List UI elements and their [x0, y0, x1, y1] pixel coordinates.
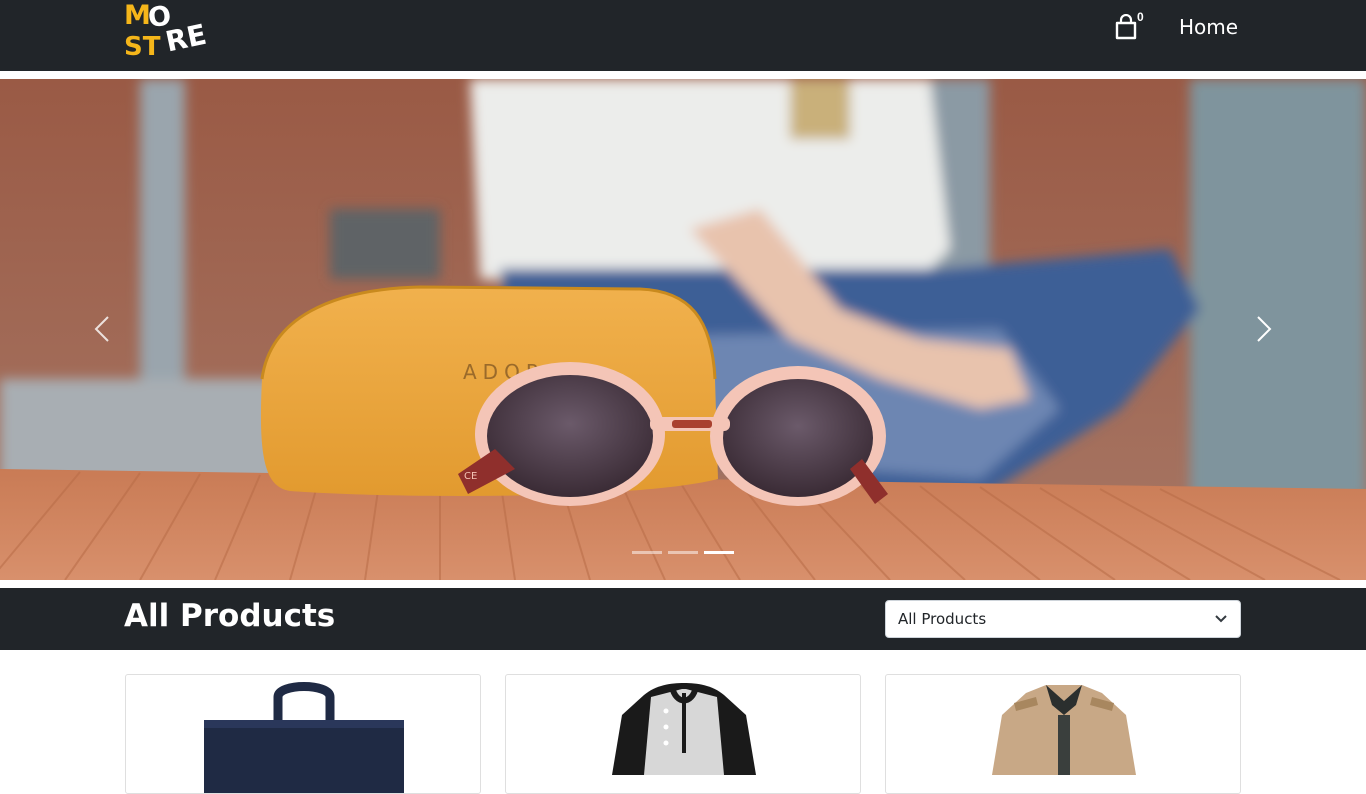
carousel-slide-image: ADORE CE: [0, 79, 1366, 580]
cart-count-badge: 0: [1137, 10, 1144, 24]
product-card-shirt[interactable]: [505, 674, 861, 794]
category-filter-select[interactable]: All Products: [885, 600, 1241, 638]
products-header: All Products All Products: [0, 588, 1366, 650]
shopping-bag-icon: [1115, 14, 1137, 40]
chevron-down-icon: [1215, 615, 1227, 623]
carousel-indicator-2[interactable]: [668, 551, 698, 554]
category-filter-value: All Products: [898, 610, 987, 628]
nav-home-link[interactable]: Home: [1179, 15, 1238, 39]
product-image-bag: [204, 682, 404, 793]
navbar: M O ST RE 0 Home: [0, 0, 1366, 71]
svg-text:CE: CE: [464, 471, 477, 482]
product-image-shirt: [612, 683, 756, 775]
svg-text:ST: ST: [124, 32, 161, 60]
products-title: All Products: [124, 598, 336, 634]
product-card-bag[interactable]: [125, 674, 481, 794]
carousel-indicator-1[interactable]: [632, 551, 662, 554]
cart-button[interactable]: 0: [1112, 10, 1152, 42]
chevron-left-icon: [94, 316, 109, 342]
carousel-next-button[interactable]: [1244, 309, 1284, 349]
carousel-indicators: [632, 551, 742, 557]
carousel-indicator-3[interactable]: [704, 551, 734, 554]
hero-carousel: ADORE CE: [0, 79, 1366, 580]
logo-graphic: M O ST RE: [124, 0, 210, 60]
carousel-prev-button[interactable]: [82, 309, 122, 349]
chevron-right-icon: [1257, 316, 1272, 342]
product-image-jacket: [992, 685, 1136, 775]
brand-logo[interactable]: M O ST RE: [124, 0, 224, 60]
product-card-jacket[interactable]: [885, 674, 1241, 794]
svg-text:RE: RE: [163, 18, 210, 59]
